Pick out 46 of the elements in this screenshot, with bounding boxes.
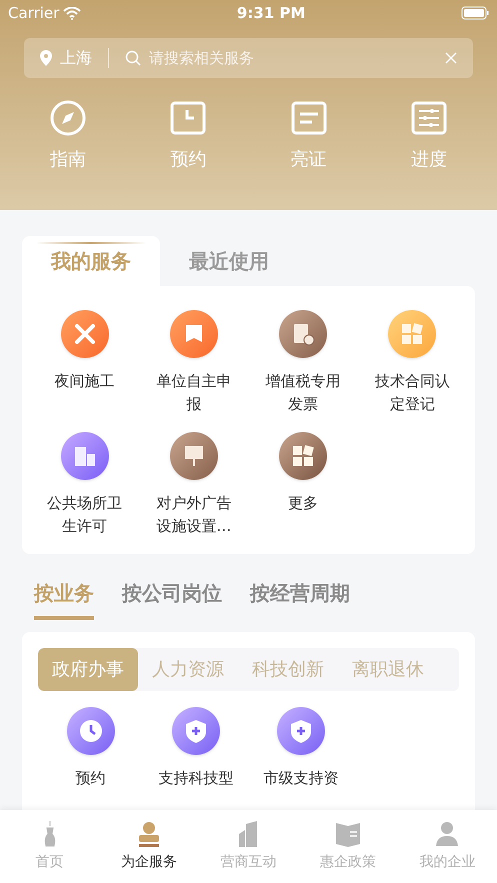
category-tab[interactable]: 按经营周期	[250, 578, 350, 620]
sub-tab[interactable]: 科技创新	[238, 648, 338, 691]
service-label: 更多	[287, 493, 320, 514]
battery-icon	[460, 6, 489, 20]
service-tab[interactable]: 最近使用	[160, 236, 298, 286]
category-tab[interactable]: 按公司岗位	[122, 578, 222, 620]
wifi-icon	[63, 6, 82, 20]
category-tab[interactable]: 按业务	[34, 578, 94, 620]
service-label: 夜间施工	[54, 371, 116, 392]
tab-bar-item[interactable]: 为企服务	[121, 852, 178, 873]
service-label: 单位自主申报	[155, 371, 232, 415]
tab-bar-item[interactable]: 我的企业	[419, 852, 476, 873]
quick-action-label[interactable]: 进度	[410, 146, 447, 173]
sub-tab[interactable]: 人力资源	[138, 648, 238, 691]
quick-action-label[interactable]: 亮证	[290, 146, 327, 173]
clock-time: 9:31 PM	[236, 2, 306, 24]
compass-icon	[48, 98, 88, 138]
carrier-label: Carrier	[8, 2, 60, 24]
shield-icon[interactable]	[277, 707, 326, 755]
blocks-icon[interactable]	[279, 432, 328, 480]
search-bar[interactable]: 上海 请搜索相关服务	[24, 38, 473, 78]
sub-tab[interactable]: 政府办事	[38, 648, 138, 691]
billboard-icon[interactable]	[170, 432, 218, 480]
tab-bar-item[interactable]: 惠企政策	[320, 852, 376, 873]
service-label: 对户外广告设施设置…	[155, 493, 232, 537]
quick-action-label[interactable]: 预约	[170, 146, 206, 173]
search-field[interactable]: 请搜索相关服务	[149, 46, 437, 70]
service-tab[interactable]: 我的服务	[22, 236, 160, 286]
service-label: 市级支持资	[262, 768, 340, 789]
shield-icon[interactable]	[172, 707, 220, 755]
sub-tab[interactable]: 离职退休	[338, 648, 438, 691]
bookmark-icon[interactable]	[170, 310, 218, 358]
quick-action-label[interactable]: 指南	[50, 146, 86, 173]
service-label: 预约	[74, 768, 107, 789]
location-pin-icon	[40, 50, 52, 66]
service-label: 增值税专用发票	[264, 371, 342, 415]
search-icon	[125, 50, 141, 66]
service-label: 技术合同认定登记	[374, 371, 451, 415]
clock-icon[interactable]	[66, 707, 115, 755]
receipt-icon[interactable]	[279, 310, 328, 358]
service-label: 支持科技型	[157, 768, 234, 789]
tab-bar-item[interactable]: 营商互动	[220, 852, 276, 873]
city-label[interactable]: 上海	[60, 46, 92, 70]
service-label: 公共场所卫生许可	[46, 493, 124, 537]
tab-bar-item[interactable]: 首页	[36, 852, 64, 873]
building-icon[interactable]	[60, 432, 109, 480]
